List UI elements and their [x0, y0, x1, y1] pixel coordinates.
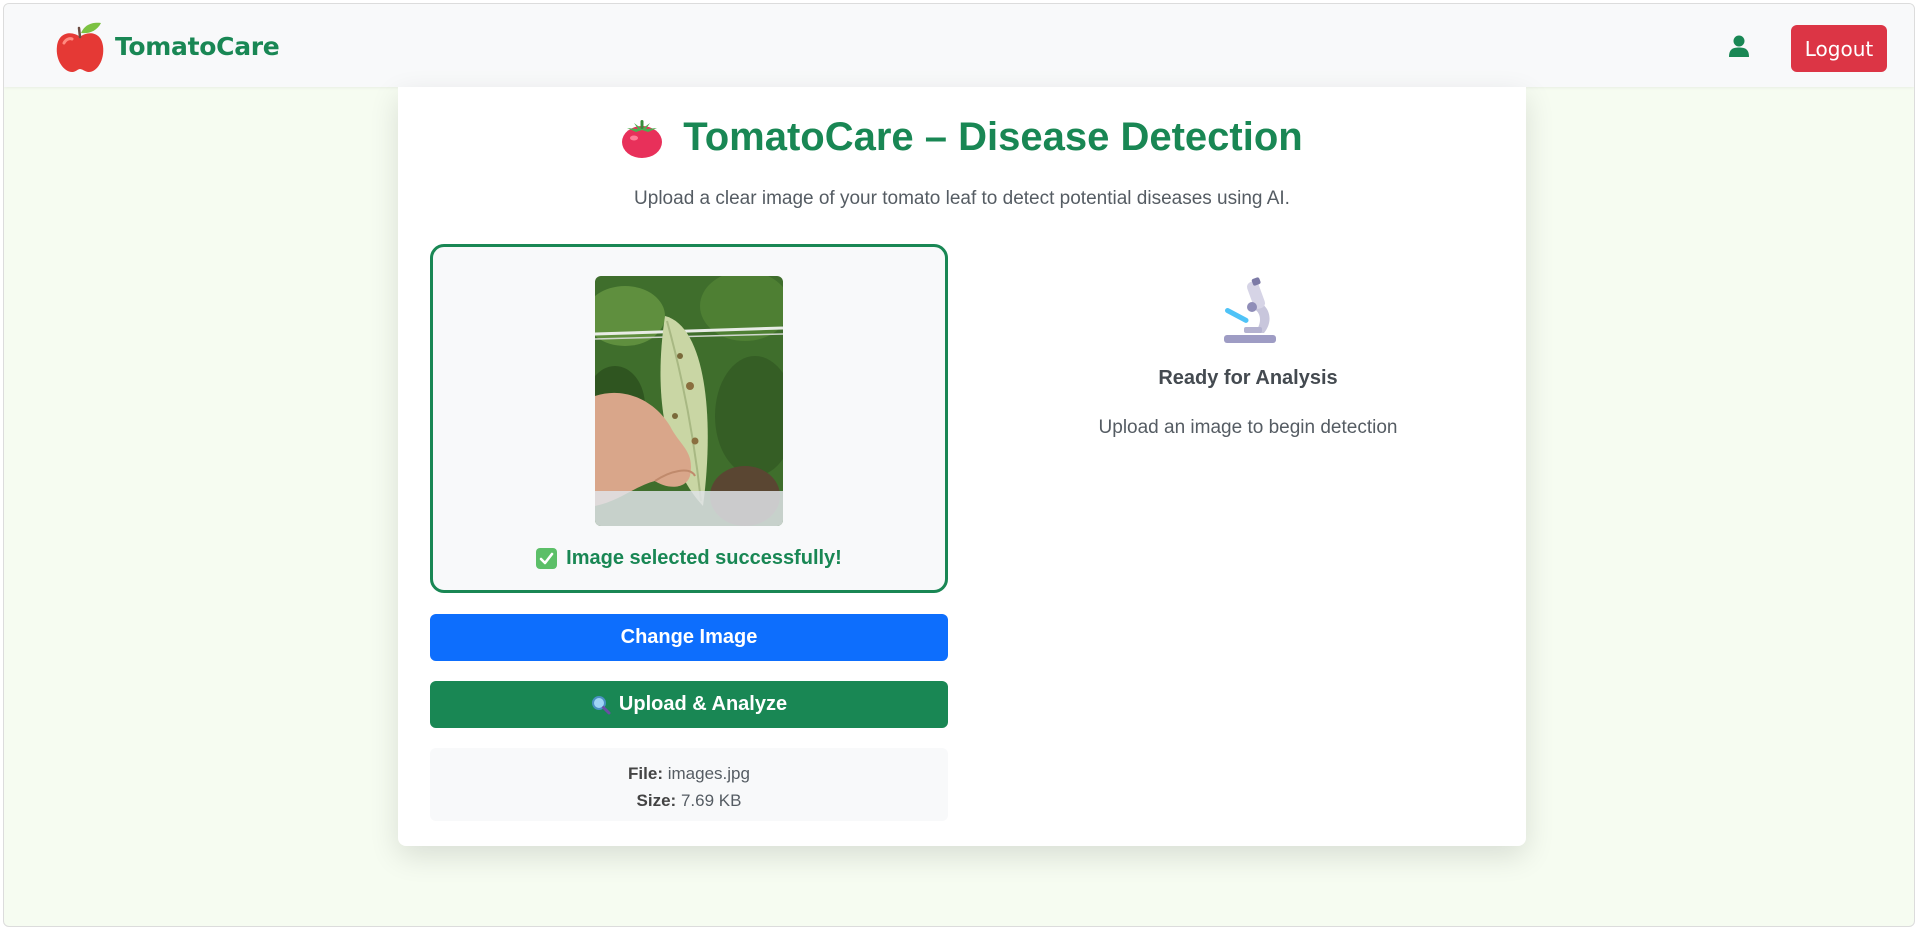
upload-analyze-label: Upload & Analyze [618, 693, 788, 715]
logout-button[interactable]: Logout [1791, 25, 1887, 72]
file-name: images.jpg [667, 764, 750, 783]
ready-subtitle: Upload an image to begin detection [1098, 417, 1398, 438]
size-label: Size: [636, 791, 677, 810]
leaf-image-preview [595, 276, 783, 526]
success-text: Image selected successfully! [566, 547, 842, 569]
file-info: File: images.jpg Size: 7.69 KB [430, 748, 948, 821]
file-name-row: File: images.jpg [430, 760, 948, 787]
ready-title: Ready for Analysis [1158, 367, 1338, 389]
result-panel: Ready for Analysis Upload an image to be… [998, 277, 1498, 439]
app-window: TomatoCare Logout TomatoCare – Disease D… [3, 3, 1915, 927]
file-size-row: Size: 7.69 KB [430, 787, 948, 814]
success-message: Image selected successfully! [433, 547, 945, 570]
user-icon[interactable] [1729, 35, 1749, 57]
image-preview-box[interactable]: Image selected successfully! [430, 244, 948, 593]
microscope-icon [1224, 277, 1276, 343]
tomato-icon [622, 119, 663, 158]
check-icon [536, 548, 558, 569]
brand[interactable]: TomatoCare [55, 19, 280, 73]
navbar: TomatoCare Logout [4, 4, 1914, 87]
upload-analyze-button[interactable]: Upload & Analyze [430, 681, 948, 728]
subtitle: Upload a clear image of your tomato leaf… [634, 188, 1290, 209]
title-text: TomatoCare – Disease Detection [683, 115, 1303, 159]
file-label: File: [628, 764, 663, 783]
change-image-button[interactable]: Change Image [430, 614, 948, 661]
brand-name: TomatoCare [115, 31, 280, 61]
page-title: TomatoCare – Disease Detection [398, 115, 1526, 160]
magnifier-icon [591, 695, 611, 714]
detection-card: TomatoCare – Disease Detection Upload a … [398, 87, 1526, 846]
apple-logo-icon [56, 22, 104, 73]
file-size: 7.69 KB [680, 791, 742, 810]
